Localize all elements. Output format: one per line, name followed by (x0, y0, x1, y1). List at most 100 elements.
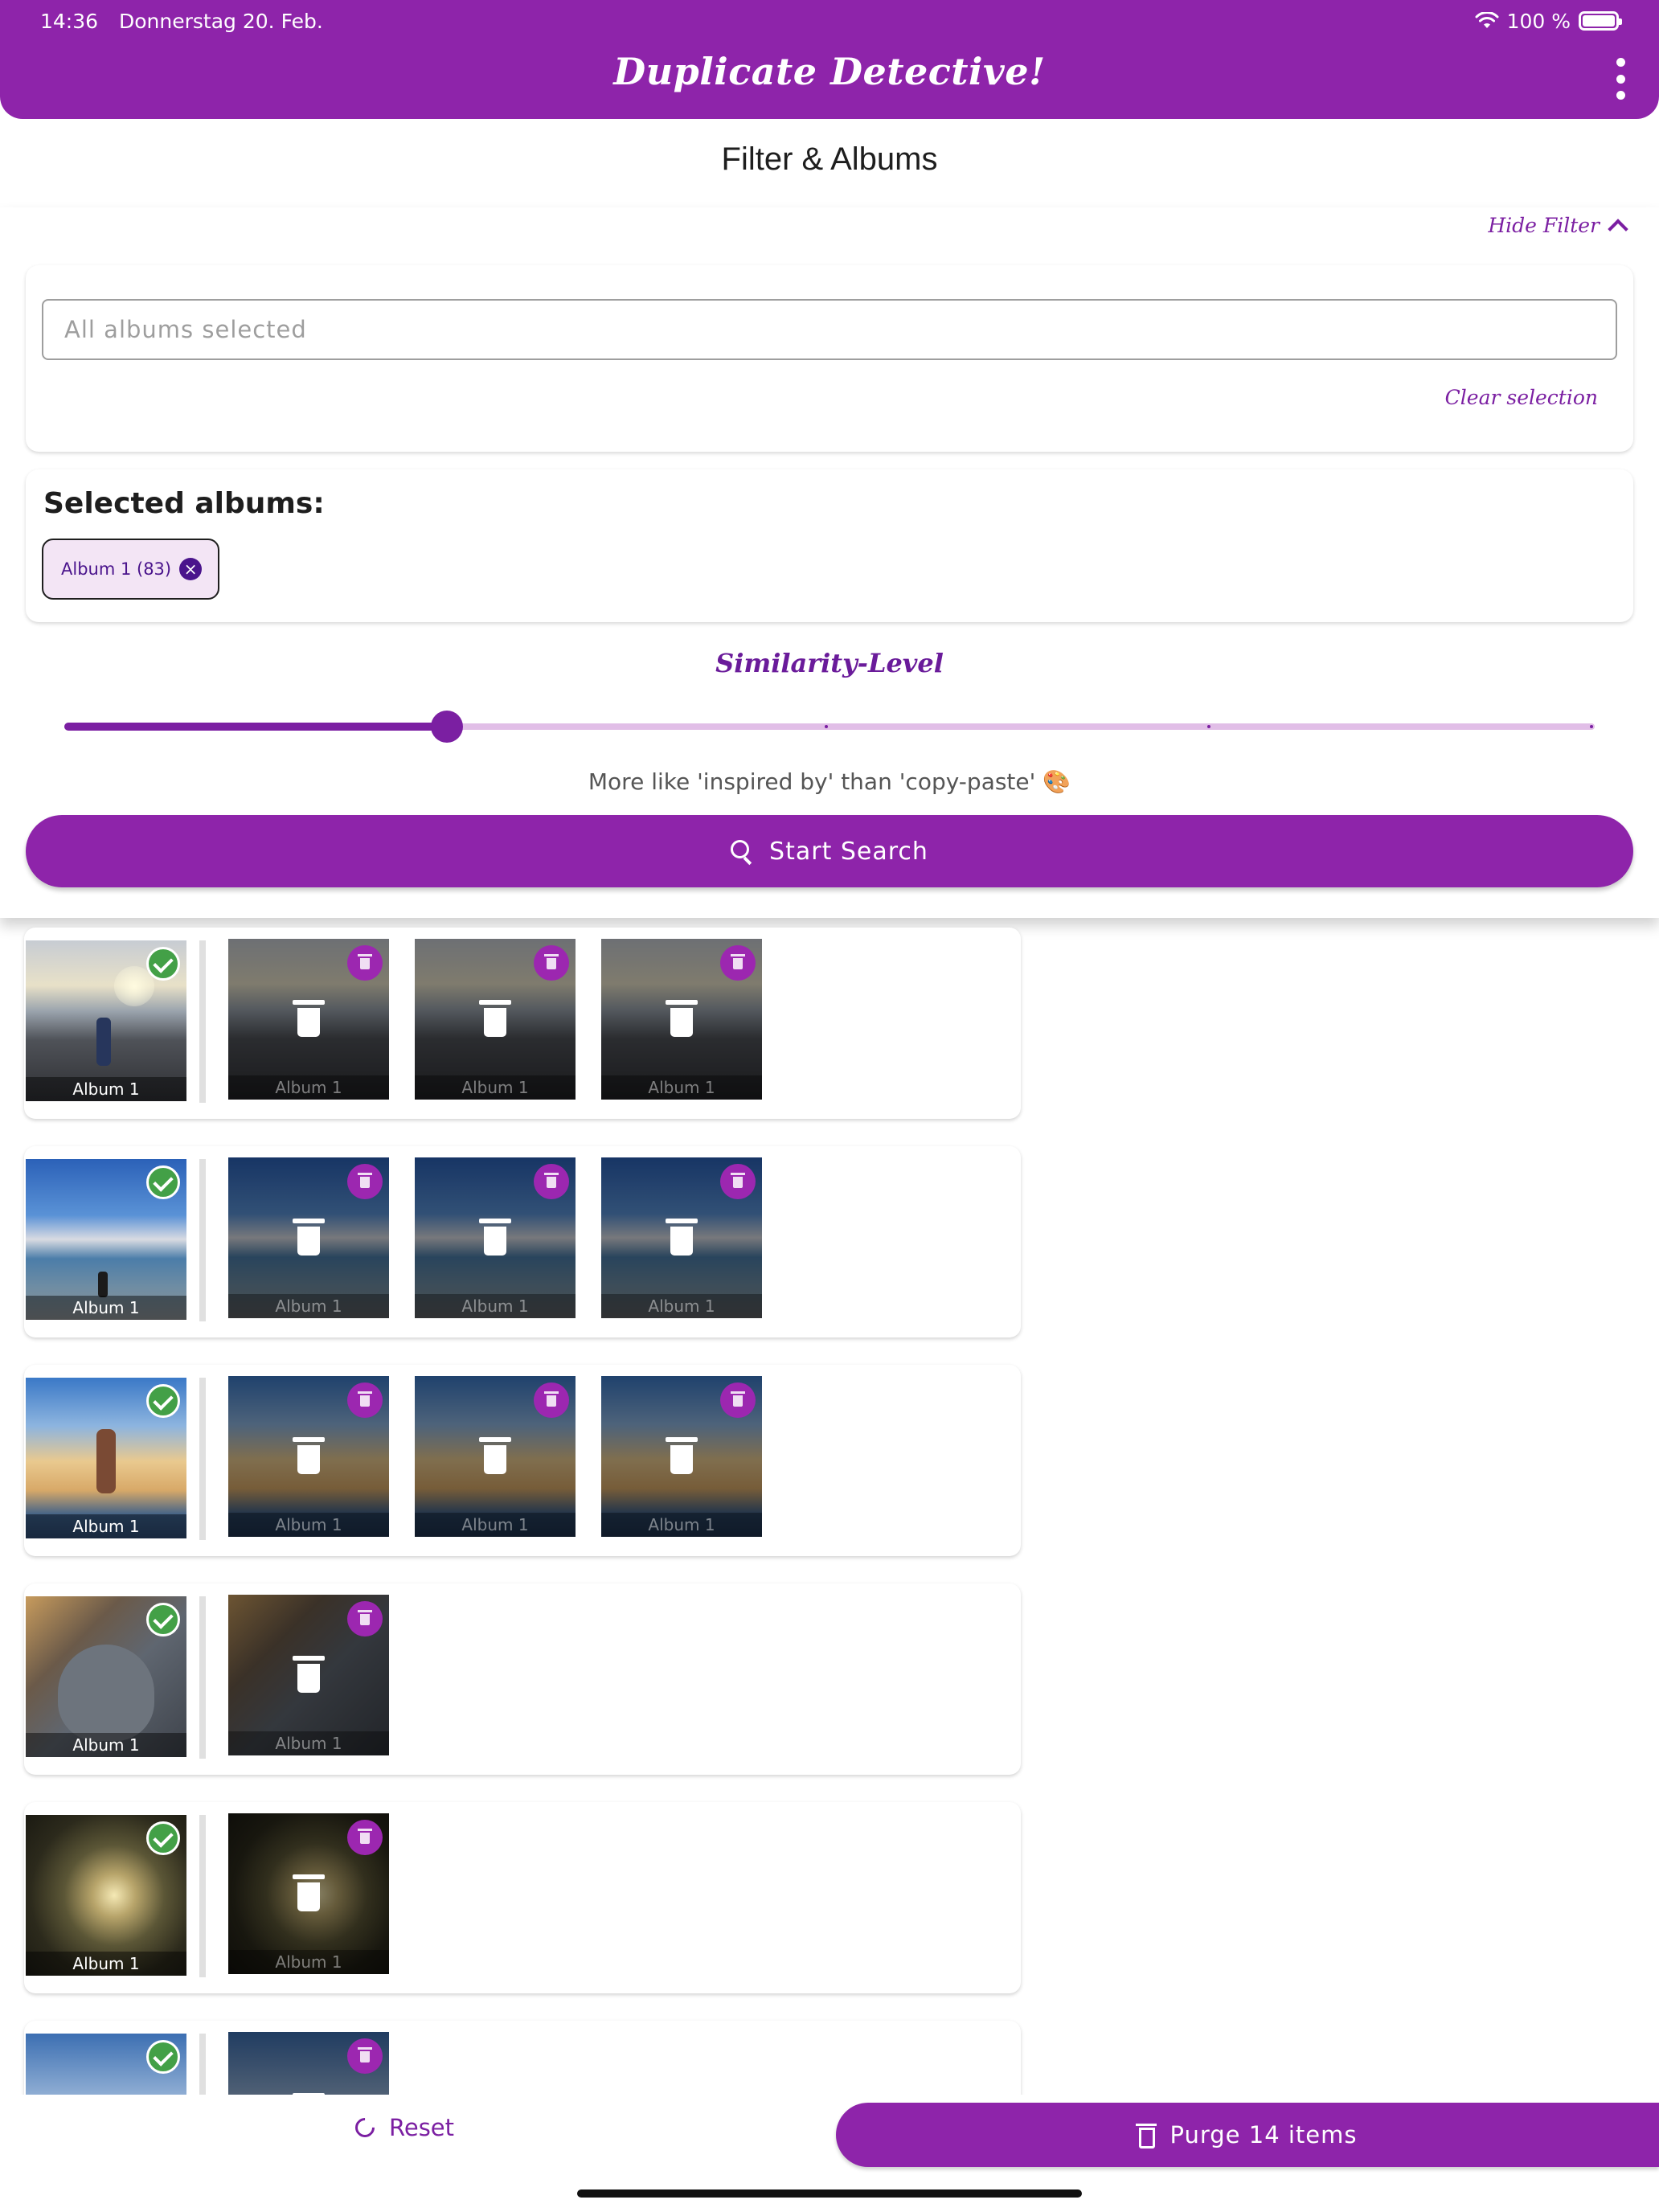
chevron-up-icon (1608, 218, 1628, 240)
check-circle-icon[interactable] (146, 1821, 180, 1855)
delete-badge-icon[interactable] (720, 945, 756, 981)
delete-badge-icon[interactable] (347, 2038, 383, 2074)
photo-album-caption: Album 1 (228, 1513, 389, 1537)
duplicate-photo-thumbnail[interactable]: Album 1 (601, 939, 762, 1100)
purge-label: Purge 14 items (1169, 2121, 1358, 2149)
duplicate-photo-thumbnail[interactable]: Album 1 (228, 1376, 389, 1537)
trash-icon (293, 1874, 325, 1911)
photo-album-caption: Album 1 (228, 1294, 389, 1318)
battery-percent: 100 % (1506, 9, 1571, 33)
photo-album-caption: Album 1 (26, 1733, 186, 1757)
delete-badge-icon[interactable] (534, 945, 569, 981)
album-chip-label: Album 1 (83) (61, 559, 172, 579)
similarity-slider-active (64, 723, 447, 731)
photo-album-caption: Album 1 (26, 1296, 186, 1320)
duplicate-photo-thumbnail[interactable]: Album 1 (415, 1157, 576, 1318)
trash-icon (1135, 2124, 1157, 2149)
start-search-button[interactable]: Start Search (26, 815, 1633, 887)
close-icon[interactable]: × (179, 558, 203, 580)
similarity-level-label: Similarity-Level (715, 648, 944, 678)
group-divider (199, 940, 206, 1103)
trash-icon (293, 2093, 325, 2095)
check-circle-icon[interactable] (146, 947, 180, 981)
keep-photo-thumbnail[interactable]: Album 1 (26, 1378, 186, 1538)
similarity-description: More like 'inspired by' than 'copy-paste… (588, 768, 1071, 795)
duplicate-photo-thumbnail[interactable]: Album 1 (228, 1157, 389, 1318)
group-divider (199, 1378, 206, 1540)
duplicate-photo-thumbnail[interactable]: Album 1 (601, 1157, 762, 1318)
trash-icon (666, 1219, 698, 1256)
duplicate-photo-thumbnail[interactable]: Album 1 (601, 1376, 762, 1537)
wifi-icon (1475, 12, 1499, 28)
slider-tick (825, 725, 828, 728)
check-circle-icon[interactable] (146, 1165, 180, 1199)
page-title: Filter & Albums (721, 141, 938, 177)
trash-icon (666, 1437, 698, 1474)
group-divider (199, 1159, 206, 1321)
search-icon (731, 840, 753, 862)
duplicate-group: Album 1 Album 1 Album 1 Album 1 (24, 1365, 1021, 1556)
group-divider (199, 1815, 206, 1977)
hide-filter-button[interactable]: Hide Filter (1488, 214, 1628, 240)
duplicate-groups-list[interactable]: Album 1 Album 1 Album 1 Album 1 Album 1 Album… (0, 918, 1659, 2095)
keep-photo-thumbnail[interactable]: Album 1 (26, 1596, 186, 1757)
group-divider (199, 2034, 206, 2095)
album-chip[interactable]: Album 1 (83) × (42, 539, 220, 600)
photo-album-caption: Album 1 (601, 1513, 762, 1537)
duplicate-photo-thumbnail[interactable]: Album 1 (415, 939, 576, 1100)
delete-badge-icon[interactable] (347, 945, 383, 981)
delete-badge-icon[interactable] (534, 1164, 569, 1199)
check-circle-icon[interactable] (146, 1384, 180, 1418)
photo-album-caption: Album 1 (228, 1075, 389, 1100)
reset-label: Reset (389, 2114, 455, 2141)
keep-photo-thumbnail[interactable]: Album 1 (26, 2034, 186, 2095)
delete-badge-icon[interactable] (347, 1164, 383, 1199)
trash-icon (293, 1000, 325, 1037)
delete-badge-icon[interactable] (720, 1382, 756, 1418)
delete-badge-icon[interactable] (347, 1601, 383, 1636)
trash-icon (479, 1219, 511, 1256)
photo-album-caption: Album 1 (415, 1294, 576, 1318)
photo-album-caption: Album 1 (601, 1294, 762, 1318)
reset-button[interactable]: Reset (351, 2114, 455, 2141)
home-indicator (577, 2189, 1082, 2198)
check-circle-icon[interactable] (146, 1603, 180, 1636)
clear-selection-button[interactable]: Clear selection (1445, 386, 1598, 409)
more-vert-icon[interactable] (1612, 58, 1628, 100)
trash-icon (293, 1656, 325, 1693)
photo-album-caption: Album 1 (415, 1075, 576, 1100)
selected-albums-heading: Selected albums: (43, 487, 325, 520)
purge-button[interactable]: Purge 14 items (836, 2103, 1659, 2167)
photo-album-caption: Album 1 (26, 1952, 186, 1976)
duplicate-photo-thumbnail[interactable]: Album 1 (415, 1376, 576, 1537)
selected-albums-card: Selected albums: Album 1 (83) × (26, 469, 1633, 622)
delete-badge-icon[interactable] (347, 1820, 383, 1855)
slider-tick (1590, 725, 1593, 728)
photo-album-caption: Album 1 (228, 1950, 389, 1974)
photo-album-caption: Album 1 (26, 1077, 186, 1101)
duplicate-photo-thumbnail[interactable]: Album 1 (228, 1813, 389, 1974)
check-circle-icon[interactable] (146, 2040, 180, 2074)
duplicate-group: Album 1 Album 1 (24, 1802, 1021, 1993)
duplicate-group: Album 1 Album 1 (24, 1583, 1021, 1775)
trash-icon (293, 1437, 325, 1474)
keep-photo-thumbnail[interactable]: Album 1 (26, 940, 186, 1101)
delete-badge-icon[interactable] (534, 1382, 569, 1418)
status-time: 14:36 (40, 9, 99, 33)
keep-photo-thumbnail[interactable]: Album 1 (26, 1159, 186, 1320)
trash-icon (293, 1219, 325, 1256)
album-select-input[interactable]: All albums selected (42, 299, 1617, 360)
keep-photo-thumbnail[interactable]: Album 1 (26, 1815, 186, 1976)
duplicate-photo-thumbnail[interactable]: Album 1 (228, 1595, 389, 1755)
duplicate-photo-thumbnail[interactable]: Album 1 (228, 2032, 389, 2095)
similarity-slider-thumb[interactable] (431, 711, 463, 743)
status-date: Donnerstag 20. Feb. (119, 9, 323, 33)
app-title: Duplicate Detective! (613, 50, 1046, 93)
duplicate-group: Album 1 Album 1 Album 1 Album 1 (24, 1146, 1021, 1337)
delete-badge-icon[interactable] (347, 1382, 383, 1418)
status-bar: 14:36 Donnerstag 20. Feb. 100 % (40, 6, 1622, 35)
trash-icon (479, 1437, 511, 1474)
delete-badge-icon[interactable] (720, 1164, 756, 1199)
duplicate-group: Album 1 Album 1 (24, 2021, 1021, 2095)
duplicate-photo-thumbnail[interactable]: Album 1 (228, 939, 389, 1100)
